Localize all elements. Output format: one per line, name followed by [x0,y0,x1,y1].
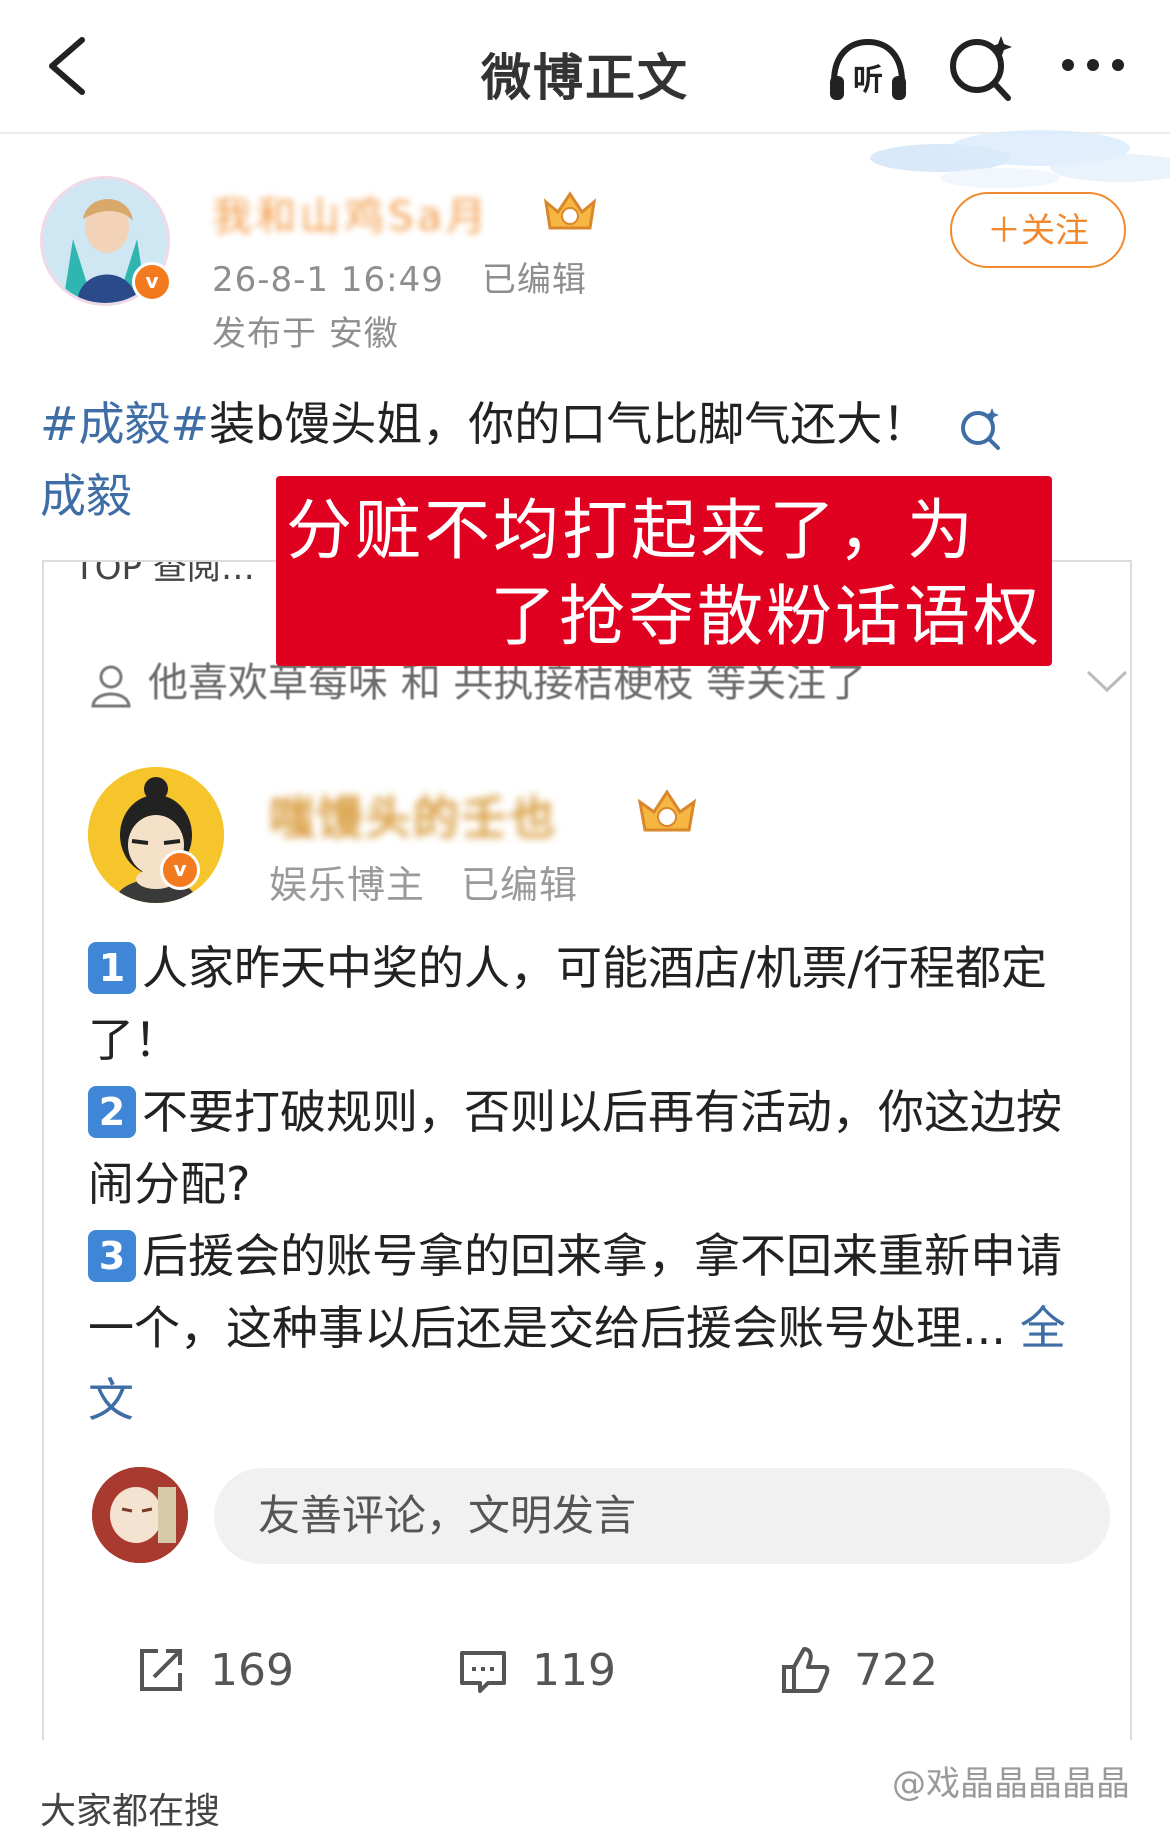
chevron-down-icon [1086,670,1128,693]
point-three-text: 后援会的账号拿的回来拿，拿不回来重新申请一个，这种事以后还是交给后援会账号处理.… [88,1229,1062,1355]
inner-author-avatar [88,767,224,903]
liked-by-text: 他喜欢草莓味 和 共执接桔梗枝 等关注了 [148,660,867,706]
red-caption-overlay: 分赃不均打起来了，为 了抢夺散粉话语权 [276,476,1052,666]
watermark-text: @戏晶晶晶晶晶 [892,1764,1130,1804]
post-location: 发布于 安徽 [212,314,399,354]
post-date: 26-8-1 16:49 [212,260,444,300]
vip-crown-icon [543,191,597,230]
search-icon[interactable] [946,32,1016,102]
number-one-icon: 1 [88,941,136,994]
like-count: 722 [854,1644,938,1696]
cropped-bottom-text: 大家都在搜 [40,1791,221,1832]
post-main-text: 装b馒头姐，你的口气比脚气还大！ [209,397,929,451]
comment-count: 119 [532,1644,616,1696]
hashtag-link[interactable]: #成毅# [40,397,209,451]
commenter-avatar [92,1467,188,1563]
comment-icon [460,1651,506,1693]
inner-author-meta: 娱乐博主 已编辑 [269,854,614,909]
post-edited-label: 已编辑 [481,260,587,300]
super-topic-icon[interactable] [958,406,1002,450]
verified-badge-icon: v [132,262,172,302]
like-action: 722 [780,1630,938,1710]
number-two-icon: 2 [88,1085,136,1138]
post-meta-line: 26-8-1 16:49 已编辑 [212,252,625,301]
inner-edited-label: 已编辑 [461,863,579,907]
listen-label: 听 [853,63,883,98]
inner-verified-badge-icon: v [160,850,200,890]
repost-icon [140,1649,182,1691]
author-username[interactable]: 我和山鸡Sa月 [212,184,490,242]
overlay-line-1: 分赃不均打起来了，为 [286,492,976,569]
comment-input-field: 友善评论，文明发言 [214,1468,1110,1564]
cropped-top-text: TOP 查阅… [74,560,255,588]
inner-post-text: 1 人家昨天中奖的人，可能酒店/机票/行程都定了！ 2 不要打破规则，否则以后再有活… [88,932,1098,1436]
topic-link[interactable]: 成毅 [40,469,132,523]
more-options-icon[interactable] [1058,40,1128,90]
like-thumb-icon [782,1647,830,1693]
inner-author-role: 娱乐博主 [269,863,426,907]
comment-action: 119 [458,1630,616,1710]
header-clouds-decoration [870,130,1170,188]
embedded-screenshot-image[interactable]: TOP 查阅… 他喜欢草莓味 和 共执接桔梗枝 等关注了 v 嗤馒头的壬也 娱乐… [42,560,1132,1740]
action-bar: 169 119 722 [44,1630,1130,1710]
inner-author-name: 嗤馒头的壬也 [269,791,557,845]
overlay-line-2: 了抢夺散粉话语权 [490,578,1042,655]
number-three-icon: 3 [88,1229,136,1282]
listen-headphones-icon[interactable]: 听 [826,36,910,102]
repost-action: 169 [136,1630,294,1710]
repost-count: 169 [210,1644,294,1696]
top-nav-bar: 微博正文 听 [0,0,1170,134]
point-one-text: 人家昨天中奖的人，可能酒店/机票/行程都定了！ [88,941,1047,1067]
follow-button[interactable]: ＋关注 [950,192,1126,268]
person-icon [91,665,131,708]
point-two-text: 不要打破规则，否则以后再有活动，你这边按闹分配? [88,1085,1062,1211]
author-avatar[interactable]: v [40,176,172,306]
inner-vip-crown-icon [637,789,697,832]
